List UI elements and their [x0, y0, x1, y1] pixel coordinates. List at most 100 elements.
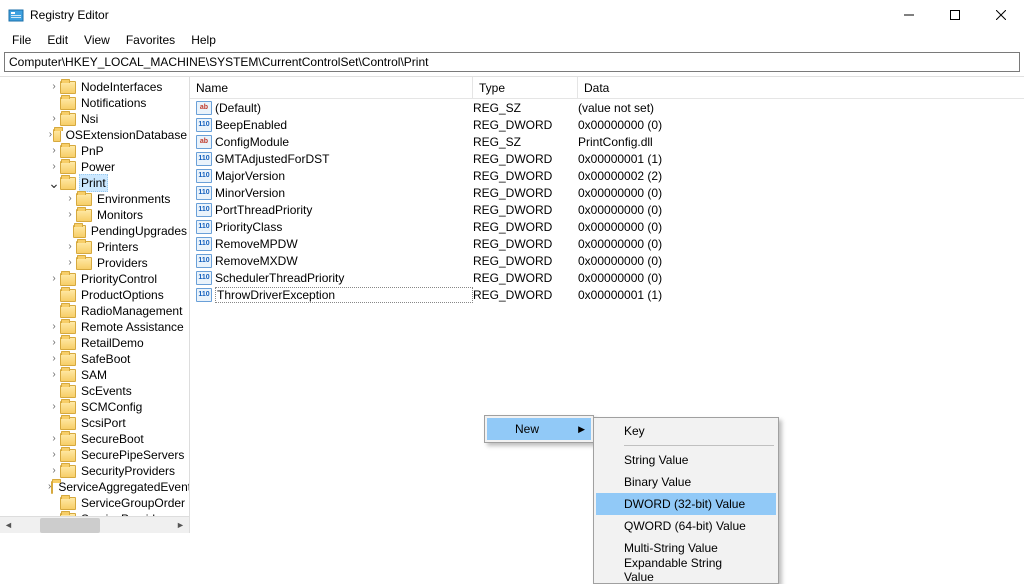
tree-item[interactable]: ›ServiceAggregatedEvents — [0, 479, 189, 495]
column-name[interactable]: Name — [190, 77, 473, 98]
tree-item[interactable]: ›PnP — [0, 143, 189, 159]
tree-item-label: Printers — [95, 239, 140, 255]
tree-item[interactable]: › SAM — [0, 367, 189, 383]
expand-icon[interactable]: › — [48, 79, 60, 95]
column-data[interactable]: Data — [578, 77, 1024, 98]
list-row[interactable]: 110RemoveMPDWREG_DWORD0x00000000 (0) — [190, 235, 1024, 252]
list-row[interactable]: 110BeepEnabledREG_DWORD0x00000000 (0) — [190, 116, 1024, 133]
ctx-item[interactable]: DWORD (32-bit) Value — [596, 493, 776, 515]
tree-item[interactable]: ›Nsi — [0, 111, 189, 127]
expand-icon[interactable]: › — [48, 367, 60, 383]
list-row[interactable]: abConfigModuleREG_SZPrintConfig.dll — [190, 133, 1024, 150]
value-type: REG_DWORD — [473, 254, 578, 268]
tree-item[interactable]: ›PriorityControl — [0, 271, 189, 287]
tree-item[interactable]: ›Providers — [0, 255, 189, 271]
tree-item[interactable]: ›SecurePipeServers — [0, 447, 189, 463]
ctx-item-label: QWORD (64-bit) Value — [624, 519, 746, 533]
expand-icon[interactable]: › — [48, 271, 60, 287]
menu-favorites[interactable]: Favorites — [118, 31, 183, 49]
expand-icon[interactable]: › — [48, 159, 60, 175]
expand-icon[interactable]: › — [64, 207, 76, 223]
tree-item-label: Power — [79, 159, 117, 175]
ctx-item[interactable]: Binary Value — [596, 471, 776, 493]
tree-item[interactable]: ›OSExtensionDatabase — [0, 127, 189, 143]
expand-icon[interactable]: › — [48, 447, 60, 463]
address-bar[interactable]: Computer\HKEY_LOCAL_MACHINE\SYSTEM\Curre… — [4, 52, 1020, 72]
expand-icon[interactable]: › — [48, 319, 60, 335]
value-data: 0x00000000 (0) — [578, 237, 1024, 251]
expand-icon[interactable]: › — [64, 255, 76, 271]
values-list[interactable]: ab(Default)REG_SZ(value not set)110BeepE… — [190, 99, 1024, 303]
tree-item-label: ProductOptions — [79, 287, 166, 303]
value-name: PriorityClass — [215, 220, 473, 234]
tree-item-label: SecureBoot — [79, 431, 146, 447]
regedit-icon — [8, 7, 24, 23]
menu-help[interactable]: Help — [183, 31, 224, 49]
list-row[interactable]: 110RemoveMXDWREG_DWORD0x00000000 (0) — [190, 252, 1024, 269]
menu-view[interactable]: View — [76, 31, 118, 49]
tree-item[interactable]: ⌄Print — [0, 175, 189, 191]
value-type: REG_SZ — [473, 101, 578, 115]
scroll-thumb[interactable] — [40, 518, 100, 533]
tree-item-label: SAM — [79, 367, 109, 383]
registry-tree[interactable]: › NodeInterfacesNotifications›Nsi›OSExten… — [0, 77, 189, 516]
list-row[interactable]: 110SchedulerThreadPriorityREG_DWORD0x000… — [190, 269, 1024, 286]
ctx-item[interactable]: String Value — [596, 449, 776, 471]
tree-item-label: Notifications — [79, 95, 148, 111]
tree-item[interactable]: › NodeInterfaces — [0, 79, 189, 95]
tree-item[interactable]: ›SecurityProviders — [0, 463, 189, 479]
list-row[interactable]: 110PriorityClassREG_DWORD0x00000000 (0) — [190, 218, 1024, 235]
tree-item[interactable]: RadioManagement — [0, 303, 189, 319]
expand-icon[interactable]: › — [48, 351, 60, 367]
menu-edit[interactable]: Edit — [39, 31, 76, 49]
list-row[interactable]: 110GMTAdjustedForDSTREG_DWORD0x00000001 … — [190, 150, 1024, 167]
ctx-item[interactable]: QWORD (64-bit) Value — [596, 515, 776, 537]
tree-item[interactable]: › SecureBoot — [0, 431, 189, 447]
reg-binary-icon: 110 — [196, 288, 212, 302]
expand-icon[interactable]: › — [48, 335, 60, 351]
ctx-item-new[interactable]: New ▶ — [487, 418, 591, 440]
ctx-item[interactable]: Key — [596, 420, 776, 442]
tree-item[interactable]: ScEvents — [0, 383, 189, 399]
list-row[interactable]: 110MinorVersionREG_DWORD0x00000000 (0) — [190, 184, 1024, 201]
tree-item[interactable]: ServiceGroupOrder — [0, 495, 189, 511]
tree-item-label: NodeInterfaces — [79, 79, 164, 95]
tree-item[interactable]: ScsiPort — [0, 415, 189, 431]
tree-item[interactable]: › Printers — [0, 239, 189, 255]
list-row[interactable]: 110ThrowDriverExceptionREG_DWORD0x000000… — [190, 286, 1024, 303]
value-type: REG_DWORD — [473, 186, 578, 200]
expand-icon[interactable]: › — [48, 111, 60, 127]
minimize-button[interactable] — [886, 0, 932, 30]
tree-item[interactable]: ProductOptions — [0, 287, 189, 303]
column-type[interactable]: Type — [473, 77, 578, 98]
scroll-right-icon[interactable]: ► — [172, 517, 189, 534]
ctx-item[interactable]: Expandable String Value — [596, 559, 776, 581]
folder-icon — [60, 417, 76, 430]
collapse-icon[interactable]: ⌄ — [48, 178, 60, 188]
reg-binary-icon: 110 — [196, 271, 212, 285]
reg-binary-icon: 110 — [196, 169, 212, 183]
list-row[interactable]: ab(Default)REG_SZ(value not set) — [190, 99, 1024, 116]
tree-item[interactable]: Notifications — [0, 95, 189, 111]
list-row[interactable]: 110MajorVersionREG_DWORD0x00000002 (2) — [190, 167, 1024, 184]
maximize-button[interactable] — [932, 0, 978, 30]
tree-item[interactable]: ›Monitors — [0, 207, 189, 223]
scroll-left-icon[interactable]: ◄ — [0, 517, 17, 534]
tree-item[interactable]: PendingUpgrades — [0, 223, 189, 239]
expand-icon[interactable]: › — [64, 191, 76, 207]
tree-item[interactable]: › Power — [0, 159, 189, 175]
close-button[interactable] — [978, 0, 1024, 30]
tree-item[interactable]: ›SCMConfig — [0, 399, 189, 415]
menu-file[interactable]: File — [4, 31, 39, 49]
expand-icon[interactable]: › — [48, 399, 60, 415]
expand-icon[interactable]: › — [64, 239, 76, 255]
list-row[interactable]: 110PortThreadPriorityREG_DWORD0x00000000… — [190, 201, 1024, 218]
tree-item[interactable]: ›SafeBoot — [0, 351, 189, 367]
tree-item[interactable]: ›Environments — [0, 191, 189, 207]
tree-horizontal-scrollbar[interactable]: ◄ ► — [0, 516, 189, 533]
tree-item[interactable]: ›RetailDemo — [0, 335, 189, 351]
expand-icon[interactable]: › — [48, 143, 60, 159]
tree-item[interactable]: ›Remote Assistance — [0, 319, 189, 335]
expand-icon[interactable]: › — [48, 431, 60, 447]
expand-icon[interactable]: › — [48, 463, 60, 479]
